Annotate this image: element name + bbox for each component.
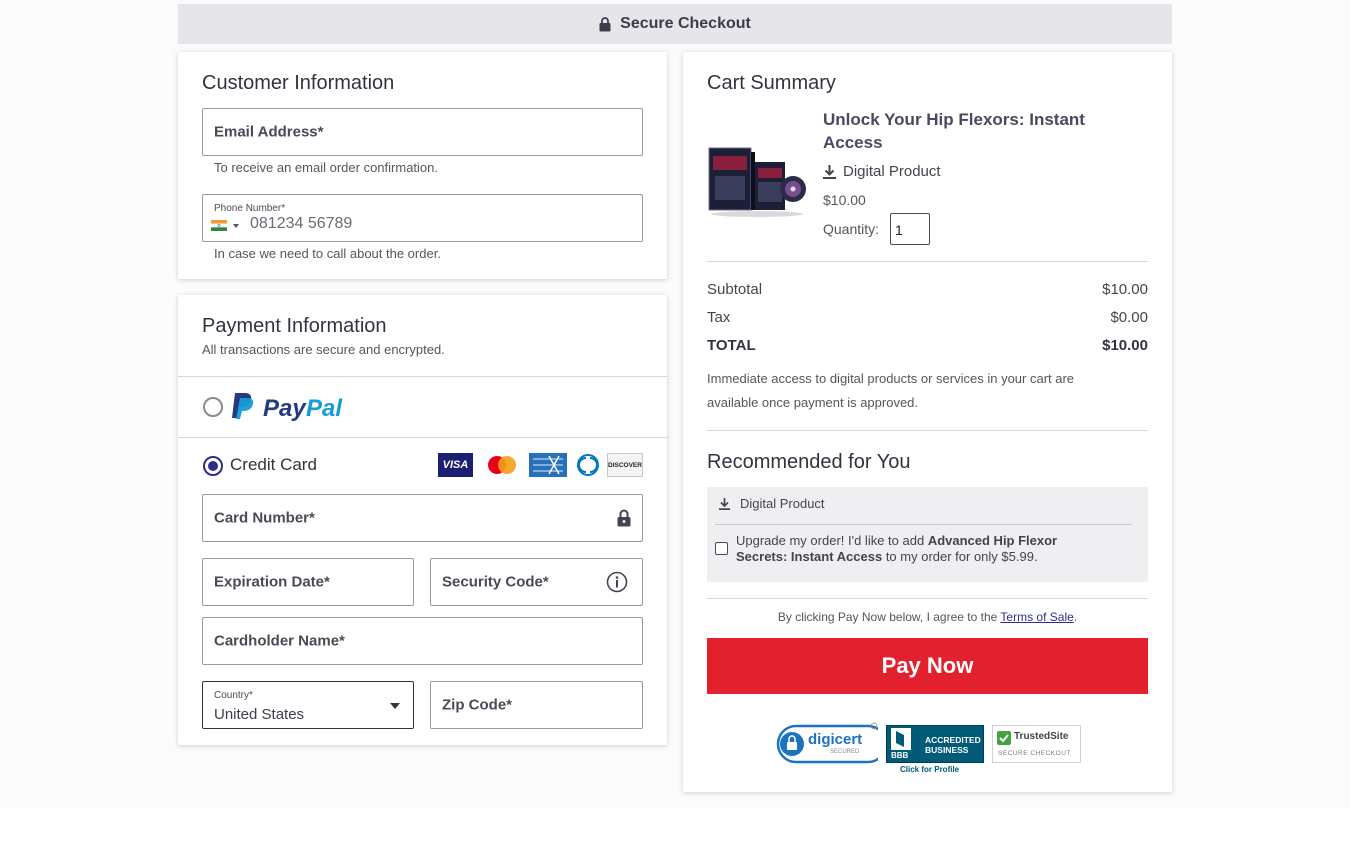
terms-text: By clicking Pay Now below, I agree to th… (777, 610, 1078, 624)
tax-label: Tax (707, 309, 731, 326)
card-number-field[interactable]: Card Number* (202, 494, 643, 542)
recommended-title: Recommended for You (707, 451, 911, 473)
bbb-line2: BUSINESS (925, 745, 969, 755)
cardholder-name-field[interactable]: Cardholder Name* (202, 617, 643, 665)
access-note: Immediate access to digital products or … (707, 371, 1075, 410)
credit-card-label[interactable]: Credit Card (230, 455, 317, 475)
security-code-label: Security Code* (442, 573, 549, 591)
bbb-mark: BBB (891, 751, 909, 760)
product-image (708, 147, 806, 217)
bbb-line1: ACCREDITED (925, 735, 981, 745)
paypal-word-pal: Pal (306, 395, 343, 422)
trustedsite-badge[interactable]: TrustedSite SECURE CHECKOUT (992, 725, 1081, 763)
phone-field-label: Phone Number* (214, 203, 286, 214)
zip-code-label: Zip Code* (442, 696, 512, 714)
phone-placeholder: 081234 56789 (250, 215, 353, 232)
discover-icon: DISCOVER (607, 453, 643, 477)
product-type: Digital Product (843, 163, 941, 180)
customer-information-card: Customer Information Email Address* To r… (178, 52, 667, 279)
country-label: Country* (214, 690, 253, 701)
india-flag-icon (211, 220, 227, 231)
zip-code-field[interactable]: Zip Code* (430, 681, 643, 729)
divider (178, 437, 667, 438)
expiration-date-field[interactable]: Expiration Date* (202, 558, 414, 606)
payment-information-title: Payment Information (202, 315, 387, 337)
diners-club-icon (577, 454, 599, 476)
paypal-logo-icon (232, 393, 254, 419)
expiration-date-label: Expiration Date* (214, 573, 330, 591)
divider (715, 524, 1132, 525)
phone-field[interactable]: Phone Number* 081234 56789 (202, 194, 643, 242)
paypal-word-pay: Pay (263, 395, 306, 422)
upsell-text[interactable]: Upgrade my order! I'd like to add Advanc… (736, 533, 1106, 565)
payment-information-card: Payment Information All transactions are… (178, 295, 667, 745)
country-value: United States (214, 706, 305, 723)
digicert-label: digicert (808, 731, 863, 748)
country-select[interactable]: Country* United States (202, 681, 414, 729)
credit-card-radio[interactable] (203, 456, 223, 476)
email-field-label: Email Address* (214, 123, 324, 141)
info-icon[interactable] (606, 571, 628, 593)
download-icon (719, 498, 730, 510)
digicert-sublabel: SECURED (830, 749, 860, 755)
quantity-input[interactable]: 1 (890, 213, 930, 245)
caret-down-icon (233, 224, 239, 228)
divider (707, 261, 1148, 262)
recommendation-type: Digital Product (740, 496, 825, 511)
email-help-text: To receive an email order confirmation. (214, 160, 438, 175)
total-value: $10.00 (1102, 337, 1148, 354)
download-icon (823, 165, 836, 179)
lock-icon (599, 16, 611, 31)
cardholder-name-label: Cardholder Name* (214, 632, 345, 650)
product-name: Unlock Your Hip Flexors: Instant Access (823, 110, 1085, 152)
email-field[interactable]: Email Address* (202, 108, 643, 156)
paypal-option[interactable]: Pay Pal (178, 377, 667, 437)
terms-of-sale-link[interactable]: Terms of Sale (1000, 610, 1073, 624)
divider (707, 598, 1148, 599)
upsell-checkbox[interactable] (715, 542, 728, 555)
pay-now-button[interactable]: Pay Now (707, 638, 1148, 694)
country-flag-selector[interactable] (211, 219, 243, 233)
trustedsite-sublabel: SECURE CHECKOUT (998, 750, 1071, 757)
paypal-radio[interactable] (203, 397, 223, 417)
security-code-field[interactable]: Security Code* (430, 558, 643, 606)
customer-information-title: Customer Information (202, 72, 395, 94)
bbb-accredited-badge[interactable]: BBB ACCREDITED BUSINESS Click for Profil… (886, 725, 984, 775)
subtotal-value: $10.00 (1102, 281, 1148, 298)
phone-help-text: In case we need to call about the order. (214, 246, 441, 261)
secure-checkout-title: Secure Checkout (620, 15, 751, 32)
chevron-down-icon (390, 703, 400, 709)
subtotal-label: Subtotal (707, 281, 763, 298)
payment-subtitle: All transactions are secure and encrypte… (202, 342, 445, 357)
checkmark-icon (997, 731, 1011, 745)
lock-icon (617, 509, 631, 527)
visa-icon: VISA (438, 453, 473, 477)
quantity-label: Quantity: (823, 221, 880, 237)
total-label: TOTAL (707, 337, 756, 354)
divider (707, 430, 1148, 431)
trustedsite-label: TrustedSite (1014, 731, 1069, 742)
tax-value: $0.00 (1110, 309, 1148, 326)
amex-icon (529, 453, 567, 477)
bbb-profile-link[interactable]: Click for Profile (900, 765, 959, 774)
secure-checkout-banner: Secure Checkout (178, 4, 1172, 44)
cart-summary-title: Cart Summary (707, 72, 836, 94)
mastercard-icon (488, 456, 516, 474)
digicert-badge[interactable]: digicert SECURED (772, 722, 878, 766)
card-number-label: Card Number* (214, 509, 315, 527)
product-price: $10.00 (823, 192, 866, 208)
